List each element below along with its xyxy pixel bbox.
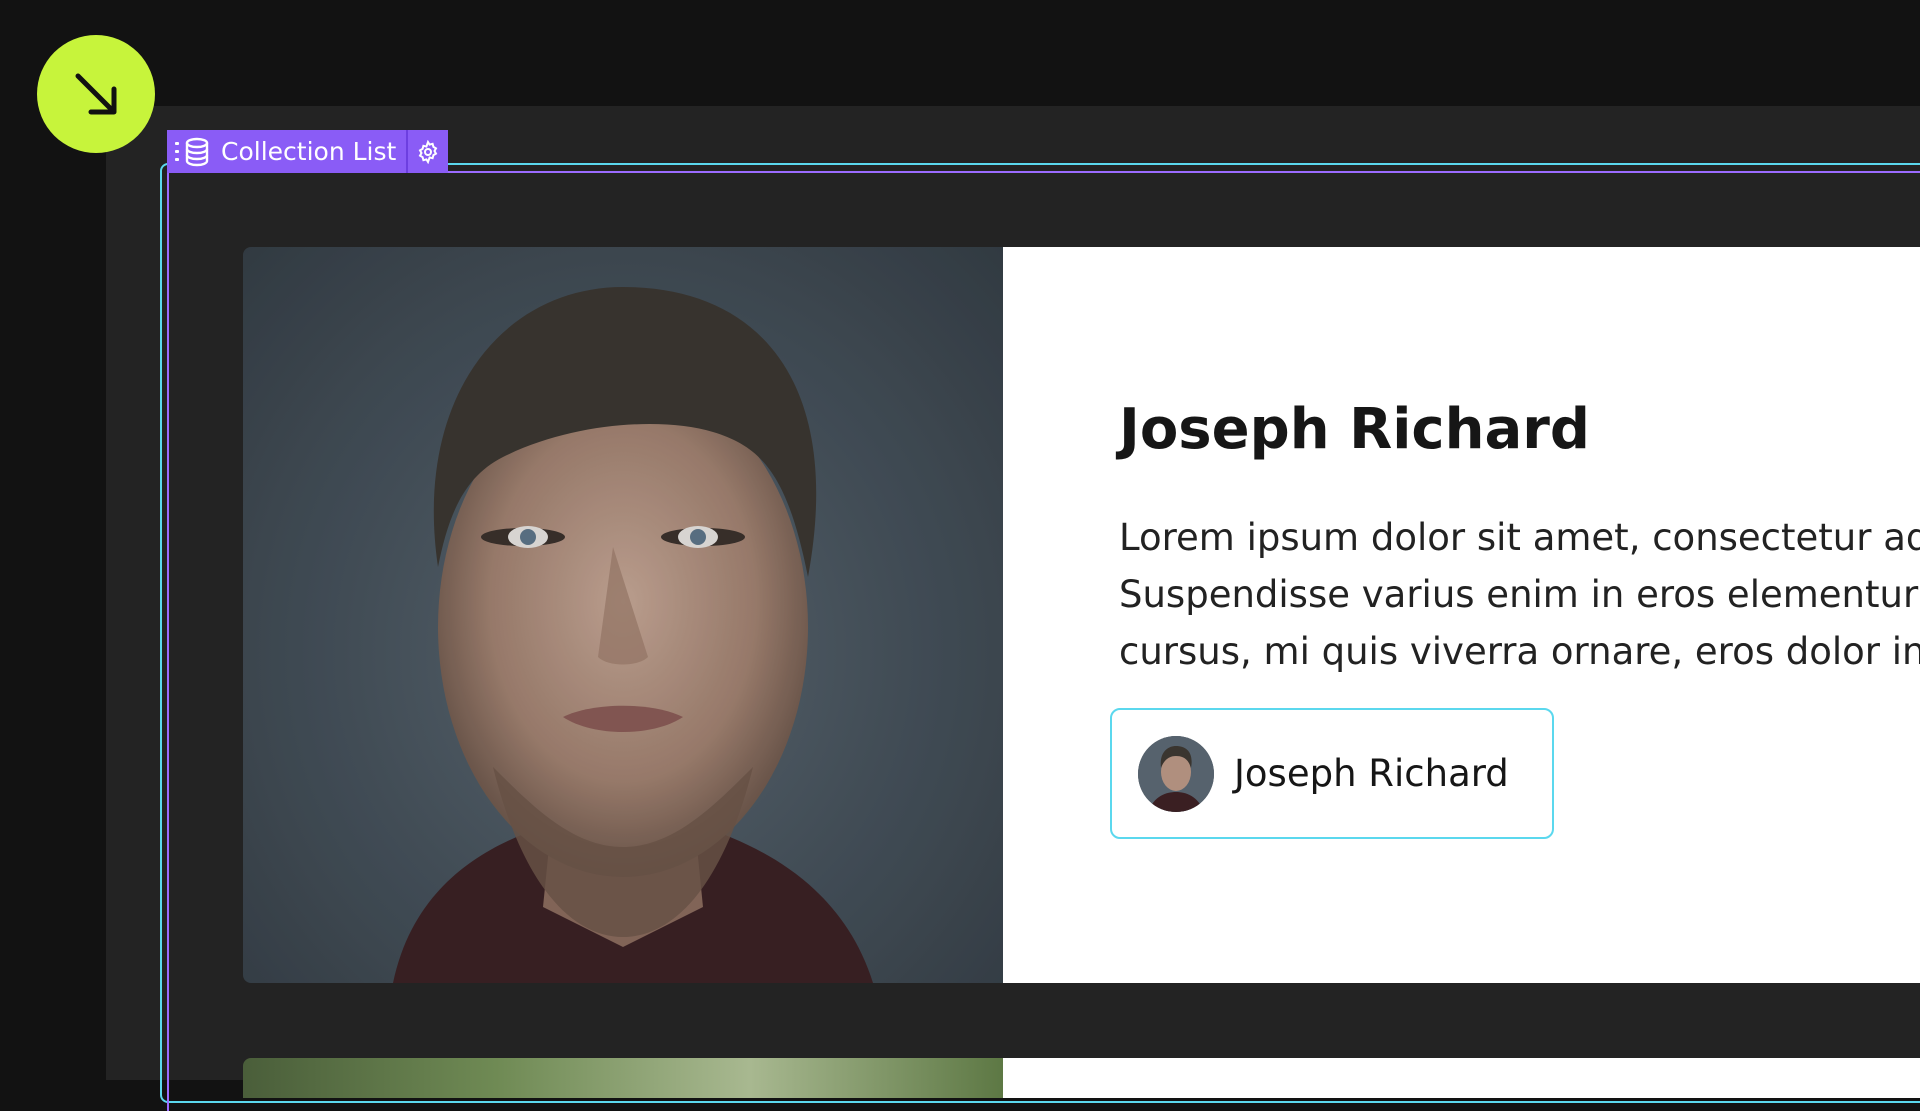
cursor-indicator	[37, 35, 155, 153]
element-tag[interactable]: Collection List	[167, 130, 449, 173]
portrait-photo	[243, 247, 1003, 983]
collection-item-card[interactable]: Joseph Richard Lorem ipsum dolor sit ame…	[243, 247, 1920, 983]
card-title: Joseph Richard	[1119, 397, 1590, 462]
database-list-icon	[175, 137, 209, 166]
body-line: Suspendisse varius enim in eros elementu…	[1119, 573, 1919, 616]
portrait-illustration	[243, 247, 1003, 983]
avatar-illustration	[1138, 735, 1214, 812]
arrow-down-right-icon	[75, 73, 117, 115]
element-tag-label: Collection List	[221, 137, 397, 166]
author-avatar	[1138, 735, 1214, 812]
element-settings-button[interactable]	[408, 130, 448, 173]
card-body: Lorem ipsum dolor sit amet, consectetur …	[1119, 509, 1920, 680]
author-chip[interactable]: Joseph Richard	[1110, 708, 1554, 839]
next-card-photo	[243, 1058, 1003, 1098]
collection-item-card-next[interactable]	[243, 1058, 1920, 1098]
body-line: Lorem ipsum dolor sit amet, consectetur …	[1119, 516, 1920, 559]
card-content: Joseph Richard Lorem ipsum dolor sit ame…	[1003, 247, 1920, 983]
gear-icon	[418, 139, 438, 164]
body-line: cursus, mi quis viverra ornare, eros dol…	[1119, 630, 1920, 673]
next-card-content	[1003, 1058, 1920, 1098]
element-tag-label-group[interactable]: Collection List	[167, 130, 406, 173]
author-name: Joseph Richard	[1234, 752, 1509, 795]
